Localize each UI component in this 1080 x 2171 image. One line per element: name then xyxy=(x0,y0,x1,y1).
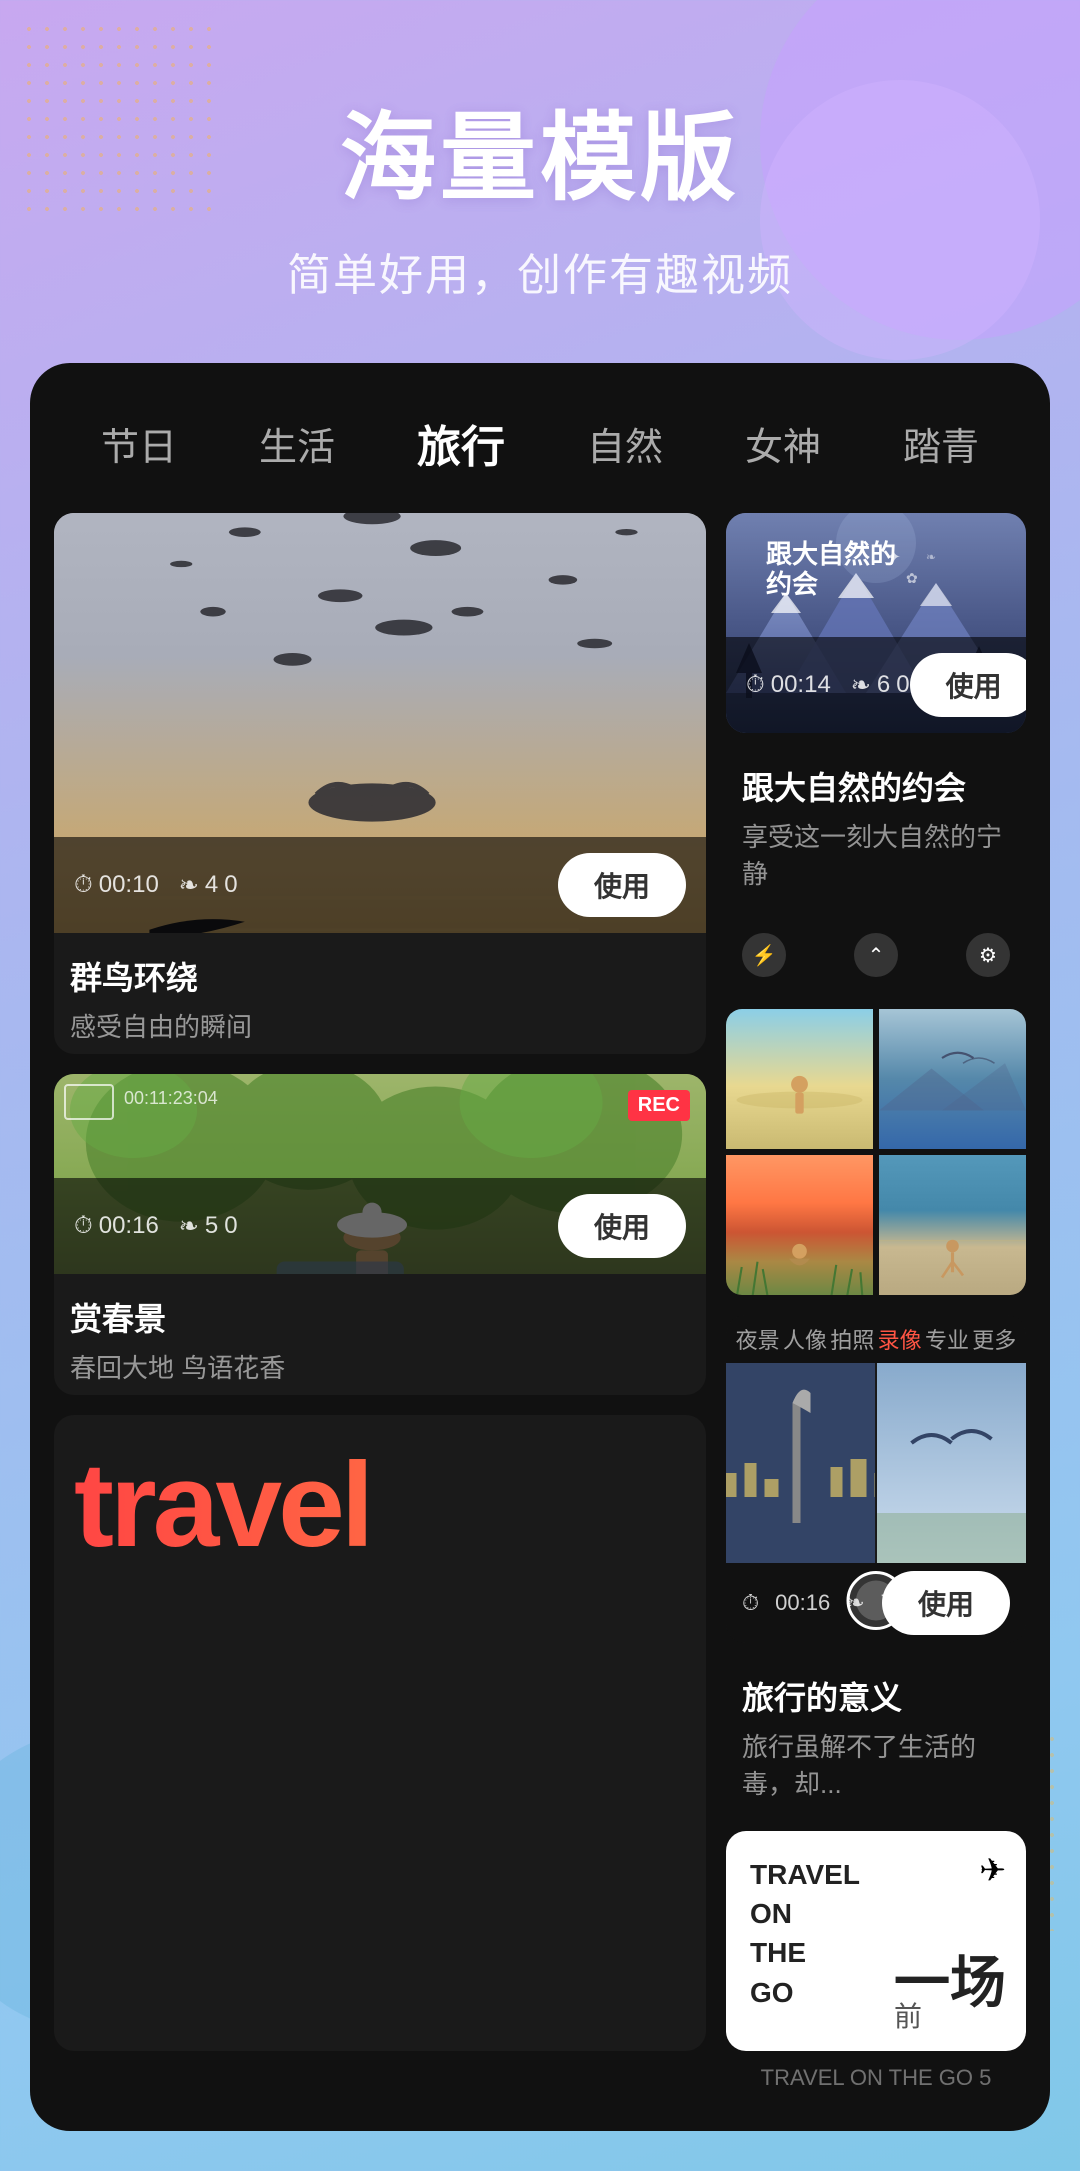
birds-layers: ❧ 4 0 xyxy=(179,871,238,900)
thumb-beach-walk xyxy=(879,1155,1026,1295)
travel-text-card: travel xyxy=(54,1415,706,2051)
main-card: 节日 生活 旅行 自然 女神 踏青 xyxy=(30,363,1050,2131)
spring-card-title: 赏春景 xyxy=(70,1294,690,1340)
travel-meaning-title: 旅行的意义 xyxy=(742,1673,1010,1719)
camera-frame xyxy=(64,1084,114,1120)
spring-layers: ❧ 5 0 xyxy=(179,1212,238,1241)
pro-btn[interactable]: 专业 xyxy=(925,1323,969,1355)
birds-duration: ⏱ 00:10 xyxy=(74,871,159,899)
thumbnail-grid xyxy=(726,1009,1026,1295)
birds-card-info: 群鸟环绕 感受自由的瞬间 xyxy=(54,933,706,1054)
tab-hiking[interactable]: 踏青 xyxy=(887,408,995,479)
white-travel-card: ✈ TRAVEL ON THE GO 一场 前 xyxy=(726,1831,1026,2051)
travel-collage xyxy=(726,1363,1026,1563)
spring-bottom-label xyxy=(54,2061,706,2091)
nature-card-desc: 享受这一刻大自然的宁静 xyxy=(742,817,1010,891)
travel-meaning-card: 夜景 人像 拍照 录像 专业 更多 xyxy=(726,1315,1026,1643)
svg-text:跟大自然的: 跟大自然的 xyxy=(766,539,896,569)
portrait-btn[interactable]: 人像 xyxy=(783,1323,827,1355)
main-title: 海量模版 xyxy=(40,80,1040,219)
birds-meta: ⏱ 00:10 ❧ 4 0 xyxy=(74,871,238,900)
svg-text:✦: ✦ xyxy=(886,547,901,567)
right-bottom-label: TRAVEL ON THE GO 5 xyxy=(726,2061,1026,2091)
nature-meet-card: 跟大自然的 约会 ✦ ✿ ❧ ⏱ 00:14 xyxy=(726,513,1026,733)
svg-text:✿: ✿ xyxy=(906,570,918,586)
nature-use-button[interactable]: 使用 xyxy=(910,653,1026,717)
travel-word-text: travel xyxy=(54,1415,706,1595)
header-section: 海量模版 简单好用，创作有趣视频 xyxy=(0,0,1080,363)
tab-travel[interactable]: 旅行 xyxy=(401,403,521,483)
nature-meet-footer: ⏱ 00:14 ❧ 6 0 使用 xyxy=(726,637,1026,733)
travel-meaning-desc: 旅行虽解不了生活的毒，却... xyxy=(742,1727,1010,1801)
photo-btn[interactable]: 拍照 xyxy=(830,1323,874,1355)
birds-card-desc: 感受自由的瞬间 xyxy=(70,1007,690,1044)
thumb-beach xyxy=(726,1009,873,1149)
lightning-icon: ⚡ xyxy=(742,933,786,977)
collage-top xyxy=(726,1363,1026,1563)
tab-holiday[interactable]: 节日 xyxy=(85,408,193,479)
left-column: ⏱ 00:10 ❧ 4 0 使用 xyxy=(54,513,706,2051)
birds-video-footer: ⏱ 00:10 ❧ 4 0 使用 xyxy=(54,837,706,933)
bottom-labels: TRAVEL ON THE GO 5 xyxy=(30,2051,1050,2091)
spring-duration: ⏱ 00:16 xyxy=(74,1212,159,1240)
sub-title: 简单好用，创作有趣视频 xyxy=(40,239,1040,303)
right-column: 跟大自然的 约会 ✦ ✿ ❧ ⏱ 00:14 xyxy=(726,513,1026,2051)
travel-meaning-info: 旅行的意义 旅行虽解不了生活的毒，却... xyxy=(726,1663,1026,1811)
birds-card-title: 群鸟环绕 xyxy=(70,953,690,999)
spring-video-footer: ⏱ 00:16 ❧ 5 0 使用 xyxy=(54,1178,706,1274)
chinese-char: 一场 前 xyxy=(894,1955,1006,2031)
night-bar: 夜景 人像 拍照 录像 专业 更多 xyxy=(726,1315,1026,1363)
travel-go-subtitle: TRAVEL ON THE GO 5 xyxy=(726,2061,1026,2091)
plane-icon: ✈ xyxy=(979,1851,1006,1889)
tab-goddess[interactable]: 女神 xyxy=(729,408,837,479)
rec-badge: REC xyxy=(628,1090,690,1121)
tab-life[interactable]: 生活 xyxy=(243,408,351,479)
category-tabs: 节日 生活 旅行 自然 女神 踏青 xyxy=(30,363,1050,513)
spring-card-info: 赏春景 春回大地 鸟语花香 xyxy=(54,1274,706,1395)
spring-thumbnail: 00:11:23:04 REC ⏱ 00:16 ❧ xyxy=(54,1074,706,1274)
content-area: ⏱ 00:10 ❧ 4 0 使用 xyxy=(30,513,1050,2051)
thumb-ocean xyxy=(879,1009,1026,1149)
spring-card: 00:11:23:04 REC ⏱ 00:16 ❧ xyxy=(54,1074,706,1395)
svg-text:约会: 约会 xyxy=(766,569,818,599)
icon-row: ⚡ ⌃ ⚙ xyxy=(726,921,1026,989)
video-btn[interactable]: 录像 xyxy=(878,1323,922,1355)
birds-card: ⏱ 00:10 ❧ 4 0 使用 xyxy=(54,513,706,1054)
more-btn[interactable]: 更多 xyxy=(972,1323,1016,1355)
nature-card-info: 跟大自然的约会 享受这一刻大自然的宁静 xyxy=(726,753,1026,901)
travel-use-button[interactable]: 使用 xyxy=(882,1571,1010,1635)
night-mode-btn[interactable]: 夜景 xyxy=(736,1323,780,1355)
birds-use-button[interactable]: 使用 xyxy=(558,853,686,917)
nature-card-title: 跟大自然的约会 xyxy=(742,763,1010,809)
svg-text:❧: ❧ xyxy=(926,550,936,564)
chevron-icon: ⌃ xyxy=(854,933,898,977)
collage-sky xyxy=(877,1363,1026,1563)
page-wrapper: 海量模版 简单好用，创作有趣视频 节日 生活 旅行 自然 女神 踏青 xyxy=(0,0,1080,2131)
collage-lamp xyxy=(726,1363,875,1563)
settings-icon: ⚙ xyxy=(966,933,1010,977)
bottom-label-row: TRAVEL ON THE GO 5 xyxy=(54,2061,1026,2091)
spring-use-button[interactable]: 使用 xyxy=(558,1194,686,1258)
birds-thumbnail: ⏱ 00:10 ❧ 4 0 使用 xyxy=(54,513,706,933)
spring-meta: ⏱ 00:16 ❧ 5 0 xyxy=(74,1212,238,1241)
thumb-sunset xyxy=(726,1155,873,1295)
nature-meta: ⏱ 00:14 ❧ 6 0 xyxy=(746,671,910,700)
tab-nature[interactable]: 自然 xyxy=(571,408,679,479)
time-stamp: 00:11:23:04 xyxy=(124,1088,218,1109)
travel-footer-area: ⏱ 00:16 ❧ 7 0 使用 xyxy=(726,1563,1026,1643)
spring-card-desc: 春回大地 鸟语花香 xyxy=(70,1348,690,1385)
